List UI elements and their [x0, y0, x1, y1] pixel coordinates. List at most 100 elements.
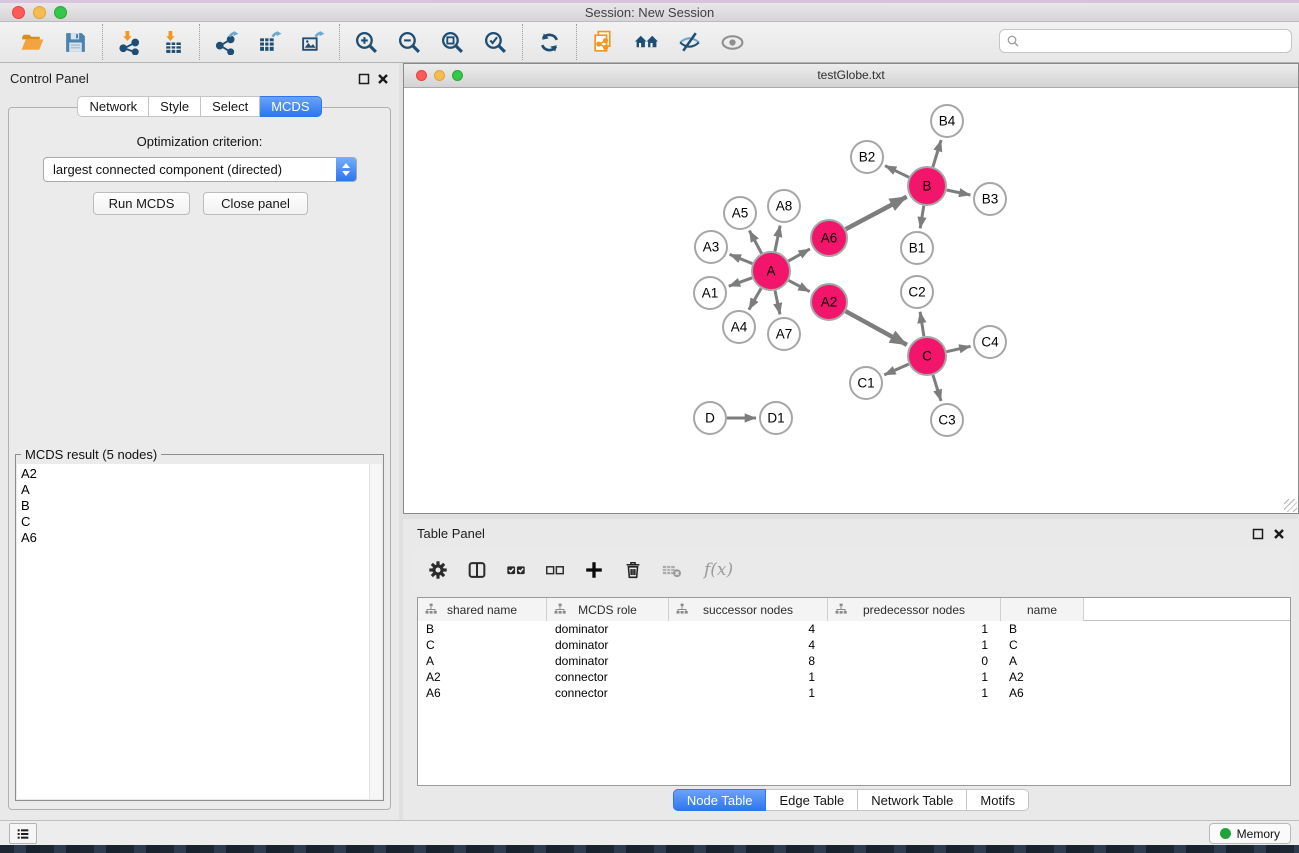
table-cell[interactable]: 1	[828, 622, 1001, 636]
table-row[interactable]: A2connector11A2	[418, 669, 1290, 685]
tab-select[interactable]: Select	[201, 96, 260, 117]
tab-network-table[interactable]: Network Table	[858, 789, 967, 811]
save-session-icon[interactable]	[63, 30, 88, 55]
edge-A-A8[interactable]	[775, 226, 780, 252]
zoom-in-icon[interactable]	[354, 30, 379, 55]
task-history-button[interactable]	[9, 823, 37, 844]
tab-network[interactable]: Network	[77, 96, 149, 117]
result-list-item[interactable]: C	[21, 514, 382, 530]
table-cell[interactable]: 1	[828, 670, 1001, 684]
edge-B-B2[interactable]	[885, 166, 909, 178]
table-cell[interactable]: B	[1001, 622, 1084, 636]
node-A2[interactable]: A2	[811, 284, 847, 320]
add-icon[interactable]	[583, 559, 605, 581]
node-A[interactable]: A	[752, 252, 790, 290]
tab-edge-table[interactable]: Edge Table	[766, 789, 858, 811]
edge-A-A5[interactable]	[749, 231, 761, 254]
node-A3[interactable]: A3	[695, 231, 727, 263]
run-mcds-button[interactable]: Run MCDS	[93, 192, 190, 215]
edge-C-C1[interactable]	[884, 364, 908, 375]
network-canvas[interactable]: B4B2BB3A8A5A6A3B1AC2A1A2A4A7C4CC1C3DD1	[404, 89, 1298, 513]
table-cell[interactable]: C	[418, 638, 547, 652]
float-panel-icon[interactable]	[357, 72, 371, 86]
node-C2[interactable]: C2	[901, 276, 933, 308]
export-network-icon[interactable]	[214, 30, 239, 55]
result-list-item[interactable]: A6	[21, 530, 382, 546]
column-header-name[interactable]: name	[1001, 598, 1084, 621]
network-window-titlebar[interactable]: testGlobe.txt	[404, 64, 1298, 88]
table-cell[interactable]: A2	[1001, 670, 1084, 684]
select-all-icon[interactable]	[505, 559, 527, 581]
close-panel-button[interactable]: Close panel	[203, 192, 308, 215]
table-cell[interactable]: 4	[669, 622, 828, 636]
edge-C-C4[interactable]	[947, 346, 971, 351]
node-C4[interactable]: C4	[974, 326, 1006, 358]
network-graph[interactable]: B4B2BB3A8A5A6A3B1AC2A1A2A4A7C4CC1C3DD1	[404, 89, 1298, 513]
node-B[interactable]: B	[908, 167, 946, 205]
tab-node-table[interactable]: Node Table	[673, 789, 767, 811]
column-header-predecessor-nodes[interactable]: predecessor nodes	[828, 598, 1001, 621]
table-cell[interactable]: 4	[669, 638, 828, 652]
node-C3[interactable]: C3	[931, 404, 963, 436]
table-cell[interactable]: connector	[547, 670, 669, 684]
edge-C-C2[interactable]	[920, 312, 924, 336]
edge-A-A1[interactable]	[729, 278, 752, 286]
node-A8[interactable]: A8	[768, 190, 800, 222]
close-panel-icon[interactable]	[376, 72, 390, 86]
edge-C-C3[interactable]	[933, 375, 941, 401]
result-list-item[interactable]: A	[21, 482, 382, 498]
edge-B-B3[interactable]	[947, 190, 971, 195]
edge-A-A7[interactable]	[775, 291, 780, 315]
import-table-icon[interactable]	[160, 30, 185, 55]
edge-A2-C[interactable]	[846, 311, 907, 345]
table-cell[interactable]: dominator	[547, 638, 669, 652]
node-A6[interactable]: A6	[811, 220, 847, 256]
table-cell[interactable]: 1	[669, 686, 828, 700]
node-A7[interactable]: A7	[768, 318, 800, 350]
node-B2[interactable]: B2	[851, 141, 883, 173]
node-A1[interactable]: A1	[694, 277, 726, 309]
edge-B-B4[interactable]	[933, 140, 941, 167]
result-scrollbar[interactable]	[369, 464, 382, 799]
node-D[interactable]: D	[694, 402, 726, 434]
table-cell[interactable]: A6	[1001, 686, 1084, 700]
search-field[interactable]	[999, 29, 1292, 53]
column-header-MCDS-role[interactable]: MCDS role	[547, 598, 669, 621]
criterion-dropdown[interactable]: largest connected component (directed)	[43, 157, 357, 182]
show-columns-icon[interactable]	[466, 559, 488, 581]
show-graphics-details-icon[interactable]	[720, 30, 745, 55]
resize-grip[interactable]	[1284, 499, 1297, 512]
table-cell[interactable]: dominator	[547, 622, 669, 636]
table-cell[interactable]: A2	[418, 670, 547, 684]
node-B1[interactable]: B1	[901, 232, 933, 264]
edge-A6-B[interactable]	[846, 197, 907, 229]
node-C[interactable]: C	[908, 337, 946, 375]
settings-icon[interactable]	[427, 559, 449, 581]
node-B4[interactable]: B4	[931, 105, 963, 137]
unselect-all-icon[interactable]	[544, 559, 566, 581]
node-A4[interactable]: A4	[723, 311, 755, 343]
column-header-shared-name[interactable]: shared name	[418, 598, 547, 621]
zoom-out-icon[interactable]	[397, 30, 422, 55]
table-row[interactable]: Adominator80A	[418, 653, 1290, 669]
table-cell[interactable]: connector	[547, 686, 669, 700]
edge-B-B1[interactable]	[920, 206, 924, 229]
result-list-item[interactable]: A2	[21, 466, 382, 482]
edge-A-A4[interactable]	[749, 288, 761, 309]
table-cell[interactable]: A	[418, 654, 547, 668]
table-cell[interactable]: B	[418, 622, 547, 636]
home-view-icon[interactable]	[634, 30, 659, 55]
tab-motifs[interactable]: Motifs	[967, 789, 1029, 811]
table-cell[interactable]: A	[1001, 654, 1084, 668]
table-cell[interactable]: 8	[669, 654, 828, 668]
tab-mcds[interactable]: MCDS	[260, 96, 321, 117]
refresh-icon[interactable]	[537, 30, 562, 55]
result-list-item[interactable]: B	[21, 498, 382, 514]
table-row[interactable]: Bdominator41B	[418, 621, 1290, 637]
float-table-panel-icon[interactable]	[1251, 527, 1265, 541]
table-cell[interactable]: dominator	[547, 654, 669, 668]
import-network-icon[interactable]	[117, 30, 142, 55]
edge-A-A3[interactable]	[730, 254, 753, 263]
edge-A-A2[interactable]	[789, 280, 810, 291]
table-row[interactable]: Cdominator41C	[418, 637, 1290, 653]
